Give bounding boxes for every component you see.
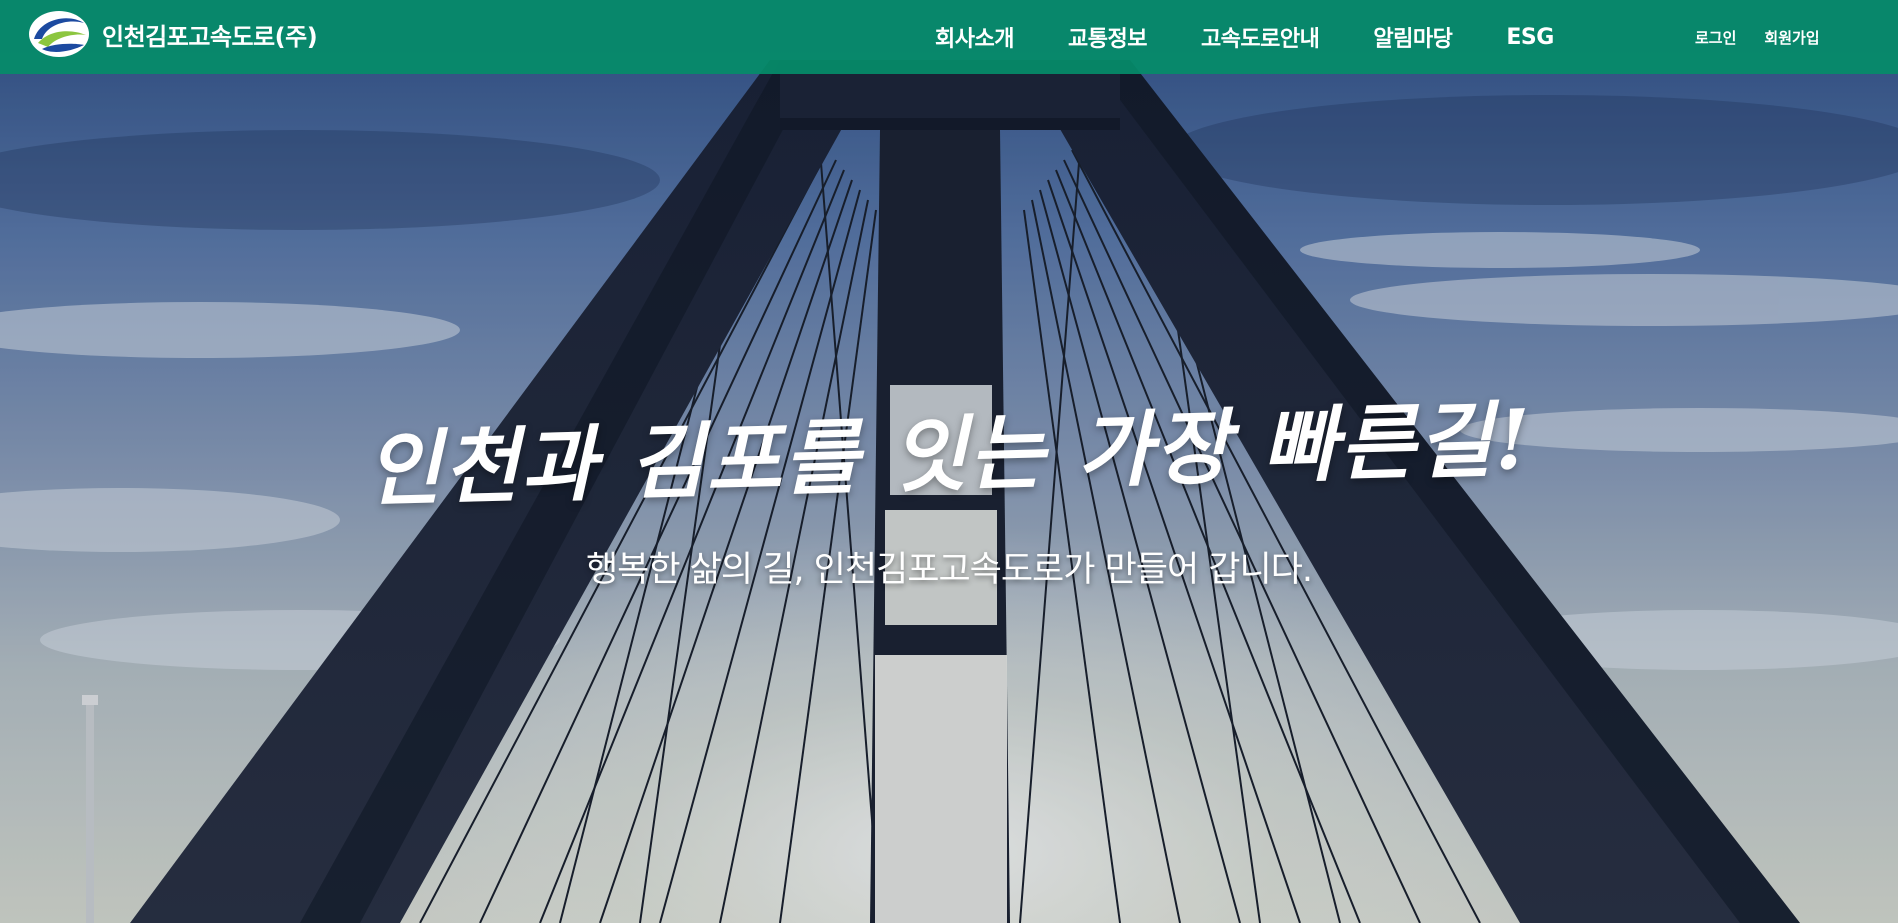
hero-subline: 행복한 삶의 길, 인천김포고속도로가 만들어 갑니다. [585,550,1313,590]
nav-item-highway-guide[interactable]: 고속도로안내 [1201,21,1320,53]
nav-item-esg[interactable]: ESG [1506,25,1554,50]
brand-logo-icon [29,11,89,57]
site-header: 인천김포고속도로(주) 회사소개 교통정보 고속도로안내 알림마당 ESG 로그… [0,0,1898,74]
nav-item-notice[interactable]: 알림마당 [1373,21,1452,53]
signup-link[interactable]: 회원가입 [1764,27,1819,48]
main-nav: 회사소개 교통정보 고속도로안내 알림마당 ESG [935,0,1608,74]
nav-item-company[interactable]: 회사소개 [935,21,1014,53]
main-page: 인천김포고속도로(주) 회사소개 교통정보 고속도로안내 알림마당 ESG 로그… [0,0,1898,923]
utility-links: 로그인 회원가입 [1695,0,1820,74]
login-link[interactable]: 로그인 [1695,27,1736,48]
nav-item-traffic[interactable]: 교통정보 [1068,21,1147,53]
brand-name: 인천김포고속도로(주) [102,22,318,51]
brand-logo[interactable]: 인천김포고속도로(주) [28,9,318,59]
